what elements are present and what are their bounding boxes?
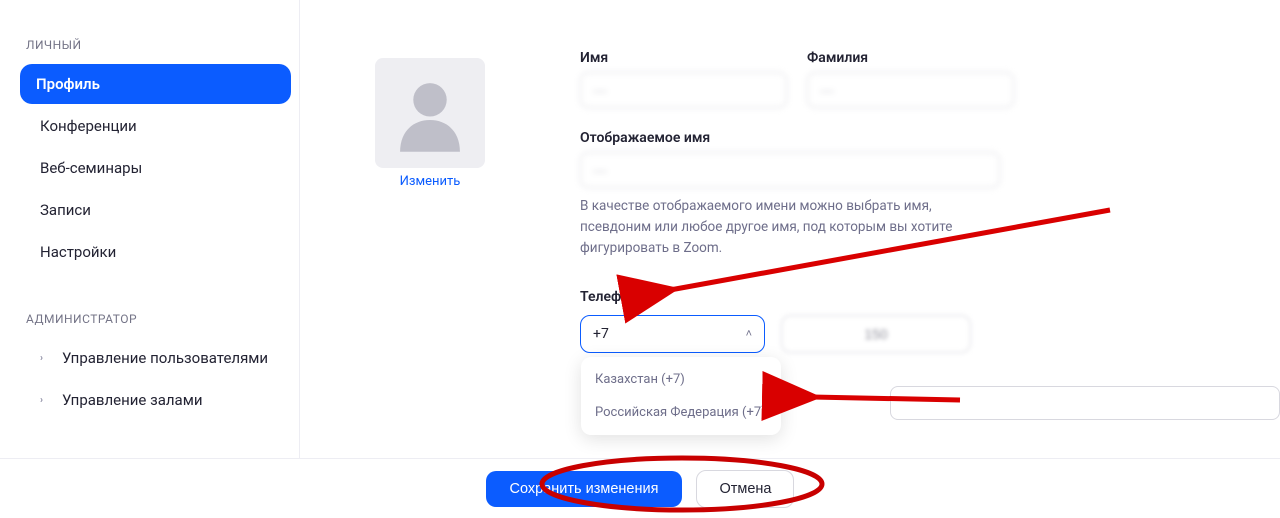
sidebar-item-label: Управление залами — [62, 391, 203, 409]
last-name-input[interactable] — [807, 72, 1014, 108]
sidebar-item-room-management[interactable]: › Управление залами — [20, 380, 291, 420]
chevron-up-icon: ˄ — [746, 327, 752, 340]
sidebar-item-profile[interactable]: Профиль — [20, 64, 291, 104]
sidebar-item-user-management[interactable]: › Управление пользователями — [20, 338, 291, 378]
display-name-input[interactable] — [580, 152, 1000, 188]
country-code-dropdown: Казахстан (+7) Российская Федерация (+7) — [581, 357, 781, 435]
avatar[interactable] — [375, 58, 485, 168]
sidebar-item-label: Профиль — [36, 75, 100, 93]
display-name-label: Отображаемое имя — [580, 130, 1000, 146]
chevron-right-icon: › — [40, 395, 54, 406]
dropdown-option-russia[interactable]: Российская Федерация (+7) — [581, 396, 781, 429]
sidebar-item-label: Настройки — [40, 243, 116, 261]
save-button[interactable]: Сохранить изменения — [486, 471, 683, 507]
main-content: Изменить Имя Фамилия Отображаемое имя — [300, 0, 1280, 518]
sidebar-item-webinars[interactable]: Веб-семинары — [20, 148, 291, 188]
chevron-right-icon: › — [40, 353, 54, 364]
phone-number-input[interactable] — [781, 315, 971, 353]
cancel-button[interactable]: Отмена — [696, 470, 794, 508]
sidebar-item-label: Веб-семинары — [40, 159, 142, 177]
sidebar-item-meetings[interactable]: Конференции — [20, 106, 291, 146]
avatar-placeholder-icon — [386, 69, 474, 157]
country-code-value: +7 — [593, 326, 746, 342]
sidebar-item-label: Конференции — [40, 117, 137, 135]
first-name-label: Имя — [580, 50, 787, 66]
sidebar-item-label: Управление пользователями — [62, 349, 268, 367]
display-name-help: В качестве отображаемого имени можно выб… — [580, 196, 980, 259]
extra-input[interactable] — [890, 386, 1280, 420]
dropdown-option-kazakhstan[interactable]: Казахстан (+7) — [581, 363, 781, 396]
sidebar-section-admin: АДМИНИСТРАТОР — [26, 312, 285, 326]
sidebar-item-label: Записи — [40, 201, 91, 219]
last-name-label: Фамилия — [807, 50, 1014, 66]
first-name-input[interactable] — [580, 72, 787, 108]
sidebar-item-recordings[interactable]: Записи — [20, 190, 291, 230]
country-code-select[interactable]: +7 ˄ Казахстан (+7) Российская Федерация… — [580, 315, 765, 353]
phone-label: Телефон — [580, 289, 1000, 305]
sidebar-section-personal: ЛИЧНЫЙ — [26, 38, 285, 52]
avatar-change-link[interactable]: Изменить — [370, 174, 490, 189]
sidebar-item-settings[interactable]: Настройки — [20, 232, 291, 272]
sidebar: ЛИЧНЫЙ Профиль Конференции Веб-семинары … — [0, 0, 300, 518]
footer-bar: Сохранить изменения Отмена — [0, 458, 1280, 518]
